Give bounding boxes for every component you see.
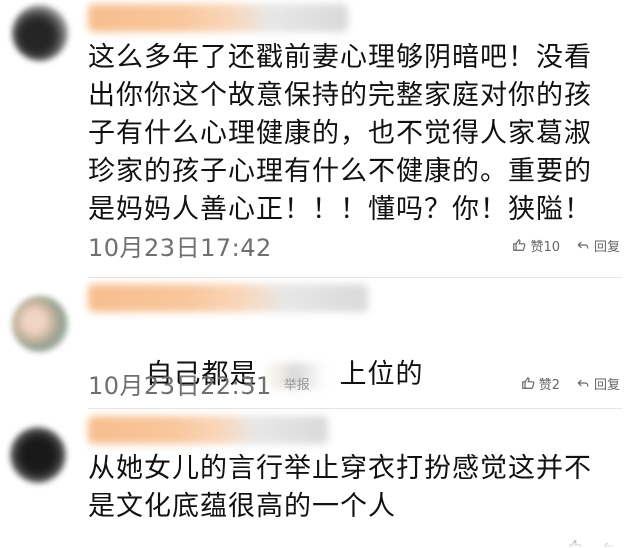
timestamp: 10月23日22:31 xyxy=(88,371,272,400)
comment-list: 这么多年了还戳前妻心理够阴暗吧！没看出你你这个故意保持的完整家庭对你的孩子有什么… xyxy=(0,0,640,548)
comment-item-2: 自己都是 上位的 10月23日22:31 举报 赞2 回复 xyxy=(0,278,640,409)
reply-label: 回复 xyxy=(593,239,620,255)
reply-button[interactable]: 回复 xyxy=(576,236,620,255)
comment-item-3: 从她女儿的言行举止穿衣打扮感觉这并不是文化底蕴很高的一个人 xyxy=(0,409,640,548)
like-button[interactable] xyxy=(568,539,586,548)
thumbs-up-icon xyxy=(521,376,535,390)
reply-icon xyxy=(576,376,590,390)
comment-actions xyxy=(568,539,620,548)
comment-meta: 10月23日22:31 举报 赞2 回复 xyxy=(88,368,620,400)
like-label: 赞10 xyxy=(530,239,560,255)
avatar[interactable] xyxy=(10,427,66,483)
username-blurred[interactable] xyxy=(88,4,348,32)
report-link[interactable]: 举报 xyxy=(284,374,310,393)
comment-text: 这么多年了还戳前妻心理够阴暗吧！没看出你你这个故意保持的完整家庭对你的孩子有什么… xyxy=(88,42,592,225)
reply-button[interactable] xyxy=(602,539,620,548)
thumbs-up-icon xyxy=(568,539,582,548)
timestamp: 10月23日17:42 xyxy=(88,233,272,262)
like-button[interactable]: 赞2 xyxy=(521,374,560,393)
reply-icon xyxy=(602,539,616,548)
username-blurred[interactable] xyxy=(88,416,328,444)
username-blurred[interactable] xyxy=(88,284,368,312)
reply-label: 回复 xyxy=(593,377,620,393)
avatar[interactable] xyxy=(12,296,68,352)
reply-icon xyxy=(576,238,590,252)
reply-button[interactable]: 回复 xyxy=(576,374,620,393)
comment-actions: 赞2 回复 xyxy=(521,374,620,393)
comment-meta-cropped xyxy=(88,531,620,548)
comment-item-1: 这么多年了还戳前妻心理够阴暗吧！没看出你你这个故意保持的完整家庭对你的孩子有什么… xyxy=(0,0,640,278)
comment-text: 从她女儿的言行举止穿衣打扮感觉这并不是文化底蕴很高的一个人 xyxy=(88,453,592,522)
comment-meta: 10月23日17:42 赞10 回复 xyxy=(88,230,620,262)
comment-actions: 赞10 回复 xyxy=(512,236,620,255)
thumbs-up-icon xyxy=(512,238,526,252)
like-button[interactable]: 赞10 xyxy=(512,236,560,255)
avatar[interactable] xyxy=(12,5,68,61)
like-label: 赞2 xyxy=(538,377,560,393)
